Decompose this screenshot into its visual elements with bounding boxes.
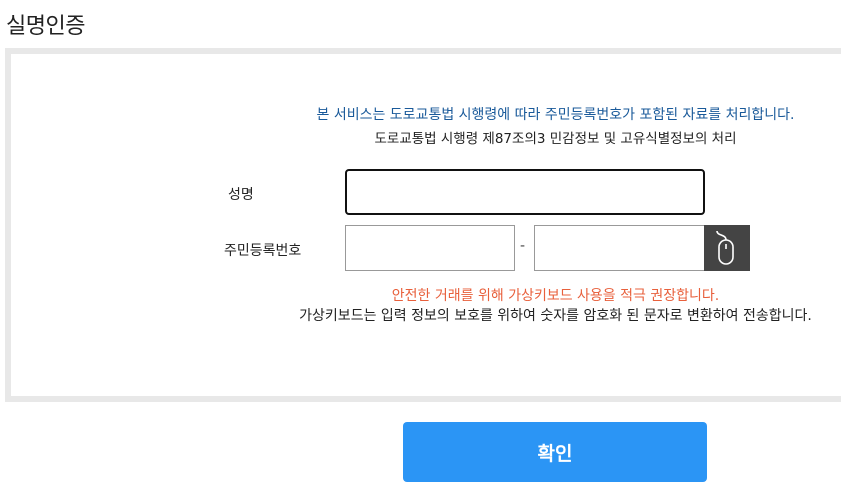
rrn-label: 주민등록번호 [224,243,302,259]
notice-line-2: 도로교통법 시행령 제87조의3 민감정보 및 고유식별정보의 처리 [374,131,737,147]
virtual-keyboard-button[interactable] [704,225,750,271]
rrn-front-input[interactable] [345,225,515,271]
confirm-button[interactable]: 확인 [403,422,707,482]
name-input[interactable] [345,169,705,215]
name-label: 성명 [228,187,254,203]
page-title: 실명인증 [6,14,85,39]
rrn-separator: - [520,238,526,254]
mouse-icon [716,230,734,265]
rrn-back-input[interactable] [534,225,705,271]
notice-line-1: 본 서비스는 도로교통법 시행령에 따라 주민등록번호가 포함된 자료를 처리합… [316,107,795,123]
virtual-keyboard-warning: 안전한 거래를 위해 가상키보드 사용을 적극 권장합니다. [391,288,720,304]
virtual-keyboard-description: 가상키보드는 입력 정보의 보호를 위하여 숫자를 암호화 된 문자로 변환하여… [299,308,812,324]
